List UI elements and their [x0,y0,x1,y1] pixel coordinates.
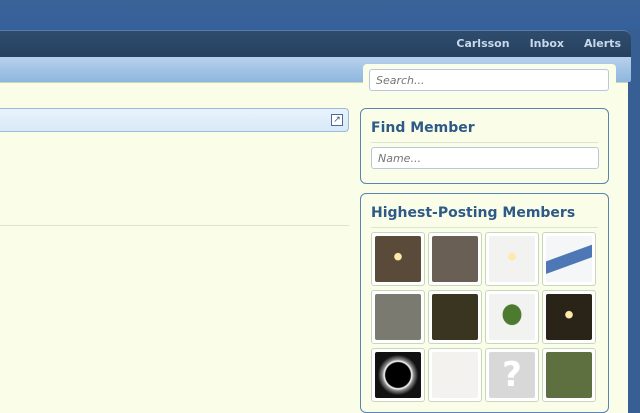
lantern-photo [375,294,421,340]
person-photo [432,294,478,340]
external-link-icon[interactable]: ↗ [331,114,343,126]
jet-photo [546,236,592,282]
header-band [0,0,640,30]
highest-posting-members-panel: Highest-Posting Members ? [360,193,609,413]
member-avatar[interactable] [542,348,596,402]
user-navbar: Carlsson Inbox Alerts [0,30,631,57]
content-header-bar: ↗ [0,108,349,132]
hulk-photo [489,294,535,340]
question-icon: ? [489,352,535,398]
people-photo [432,236,478,282]
member-avatar[interactable] [371,348,425,402]
member-avatar[interactable]: ? [485,348,539,402]
nav-link-inbox[interactable]: Inbox [520,31,574,58]
panel-divider [371,142,598,143]
panel-divider [371,227,598,228]
member-avatar[interactable] [428,348,482,402]
lamp-photo [489,236,535,282]
content-divider [0,225,349,226]
lamp-photo [546,294,592,340]
nav-link-username[interactable]: Carlsson [446,31,519,58]
member-name-input[interactable] [371,147,599,169]
search-bar [363,64,616,96]
member-avatar[interactable] [371,290,425,344]
lamp-photo [375,236,421,282]
member-avatar[interactable] [542,290,596,344]
find-member-title: Find Member [371,120,475,136]
highest-posting-title: Highest-Posting Members [371,205,576,221]
member-avatar[interactable] [371,232,425,286]
member-avatar[interactable] [485,290,539,344]
cartoon-photo [432,352,478,398]
search-input[interactable] [369,69,609,91]
member-avatar[interactable] [485,232,539,286]
find-member-panel: Find Member [360,108,609,184]
nav-link-alerts[interactable]: Alerts [574,31,631,58]
member-avatar-grid: ? [371,232,596,402]
member-avatar[interactable] [428,232,482,286]
member-avatar[interactable] [542,232,596,286]
member-avatar[interactable] [428,290,482,344]
eclipse-photo [375,352,421,398]
lantern-photo [546,352,592,398]
